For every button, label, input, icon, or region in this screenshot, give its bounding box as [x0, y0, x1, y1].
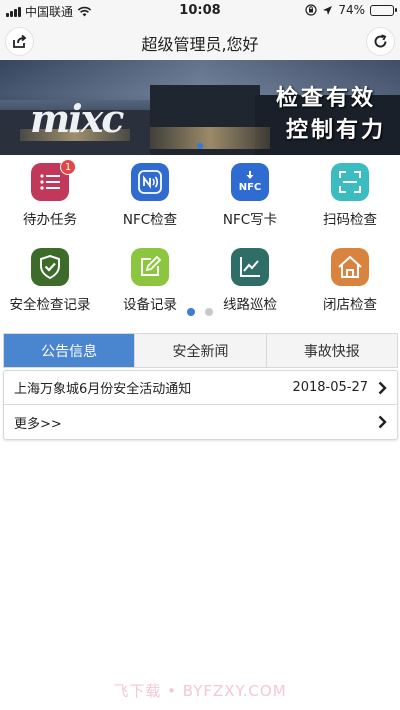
shield-check-icon	[40, 254, 60, 280]
line-chart-icon	[240, 257, 260, 277]
safety-records-tile	[31, 248, 69, 286]
grid-item-label: 待办任务	[23, 212, 77, 228]
banner-slogan-line1: 检查有效	[275, 86, 376, 111]
chevron-right-icon	[378, 381, 387, 394]
announcement-date: 2018-05-27	[292, 380, 368, 395]
watermark: 飞下载 • BYFZXY.COM	[113, 682, 287, 700]
grid-item-closing-check[interactable]: 闭店检查	[300, 248, 400, 313]
tab-safety-news[interactable]: 安全新闻	[135, 334, 267, 367]
grid-item-scan-check[interactable]: 扫码检查	[300, 163, 400, 228]
banner-carousel[interactable]: mixc 检查有效 控制有力	[0, 60, 400, 155]
grid-item-safety-records[interactable]: 安全检查记录	[0, 248, 100, 313]
grid-item-label: 扫码检查	[323, 212, 377, 228]
banner-brand-logo: mixc	[30, 96, 124, 141]
grid-item-nfc-write[interactable]: NFC NFC写卡	[200, 163, 300, 228]
announcement-title: 上海万象城6月份安全活动通知	[14, 382, 192, 397]
banner-dot	[197, 143, 203, 149]
closing-check-tile	[331, 248, 369, 286]
page-title: 超级管理员,您好	[141, 35, 259, 54]
announcement-list: 上海万象城6月份安全活动通知 2018-05-27 更多>>	[3, 370, 398, 440]
tab-accident-reports[interactable]: 事故快报	[266, 334, 397, 367]
scan-icon	[339, 171, 361, 193]
tab-announcements[interactable]: 公告信息	[4, 334, 136, 367]
location-icon	[323, 5, 333, 15]
scan-check-tile	[331, 163, 369, 201]
function-grid: 1 待办任务 NFC检查 NFC NFC写卡 扫码检查 安全检查记录 设备记录	[0, 158, 400, 313]
page-dot[interactable]	[205, 308, 213, 316]
list-item[interactable]: 上海万象城6月份安全活动通知 2018-05-27	[4, 371, 397, 405]
banner-slogan-line2: 控制有力	[285, 118, 386, 143]
chevron-right-icon	[378, 415, 387, 429]
news-tabs: 公告信息 安全新闻 事故快报	[3, 333, 398, 368]
refresh-button[interactable]	[367, 28, 394, 55]
nfc-write-icon-text: NFC	[238, 182, 262, 193]
nfc-write-tile: NFC	[231, 163, 269, 201]
nfc-download-icon	[246, 171, 254, 179]
battery-percent: 74%	[338, 3, 365, 17]
nfc-check-tile	[131, 163, 169, 201]
todo-count-badge: 1	[60, 159, 76, 175]
grid-item-todo-tasks[interactable]: 1 待办任务	[0, 159, 100, 228]
nav-bar: 超级管理员,您好	[0, 22, 400, 60]
grid-item-line-patrol[interactable]: 线路巡检	[200, 248, 300, 313]
line-patrol-tile	[231, 248, 269, 286]
lock-rotation-icon	[305, 4, 317, 16]
grid-item-label: NFC检查	[122, 212, 178, 228]
status-right: 74%	[305, 3, 397, 17]
grid-item-nfc-check[interactable]: NFC检查	[100, 163, 200, 228]
home-icon	[338, 255, 362, 278]
nfc-icon	[138, 170, 162, 194]
grid-item-equipment-records[interactable]: 设备记录	[100, 248, 200, 313]
edit-icon	[141, 255, 162, 276]
todo-tasks-tile: 1	[31, 159, 76, 201]
status-bar: 中国联通 10:08 74%	[0, 0, 400, 22]
page-dot[interactable]	[187, 308, 195, 316]
more-label: 更多>>	[14, 416, 62, 432]
more-link[interactable]: 更多>>	[4, 405, 397, 439]
banner-indicator	[0, 143, 400, 149]
list-icon	[40, 174, 60, 190]
grid-page-indicator	[0, 308, 400, 316]
refresh-icon	[374, 34, 387, 48]
equipment-records-tile	[131, 248, 169, 286]
battery-icon	[370, 4, 397, 16]
grid-item-label: NFC写卡	[222, 212, 278, 228]
